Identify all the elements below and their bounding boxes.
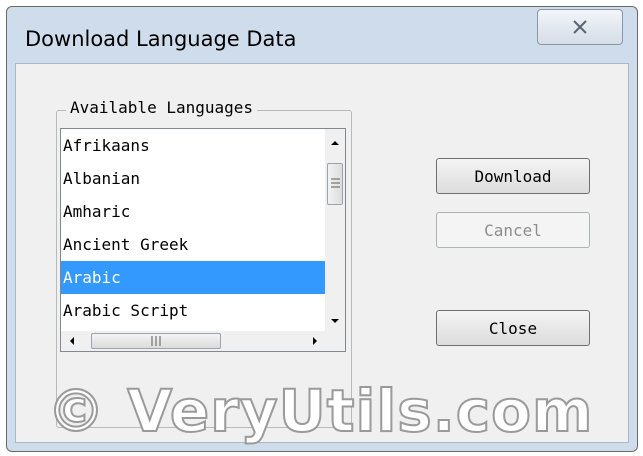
list-item[interactable]: Arabic [61,261,345,294]
title-bar[interactable]: Download Language Data [7,7,637,63]
scroll-down-arrow-icon[interactable] [329,317,341,325]
cancel-button[interactable]: Cancel [436,212,590,248]
grip-icon [331,178,340,188]
close-x-icon [573,20,587,34]
dialog-window: Download Language Data Available Languag… [6,6,638,452]
window-close-button[interactable] [537,9,623,45]
languages-list: Afrikaans Albanian Amharic Ancient Greek Ara… [61,129,345,351]
grip-icon [151,336,161,346]
horizontal-scroll-thumb[interactable] [91,333,221,349]
languages-listbox[interactable]: Afrikaans Albanian Amharic Ancient Greek Ara… [60,128,346,352]
scroll-left-arrow-icon[interactable] [68,335,76,347]
groupbox-label: Available Languages [66,98,258,117]
horizontal-scrollbar[interactable] [61,331,325,351]
vertical-scrollbar[interactable] [325,129,345,333]
list-item[interactable]: Albanian [61,162,345,195]
list-item[interactable]: Amharic [61,195,345,228]
scroll-right-arrow-icon[interactable] [311,335,319,347]
close-button[interactable]: Close [436,310,590,346]
vertical-scroll-thumb[interactable] [327,163,343,205]
list-item[interactable]: Ancient Greek [61,228,345,261]
window-title: Download Language Data [25,27,297,51]
scroll-up-arrow-icon[interactable] [329,139,341,147]
scrollbar-corner [325,331,345,351]
list-item[interactable]: Afrikaans [61,129,345,162]
watermark-text: © VeryUtils.com [46,376,594,446]
download-button[interactable]: Download [436,158,590,194]
list-item[interactable]: Arabic Script [61,294,345,327]
